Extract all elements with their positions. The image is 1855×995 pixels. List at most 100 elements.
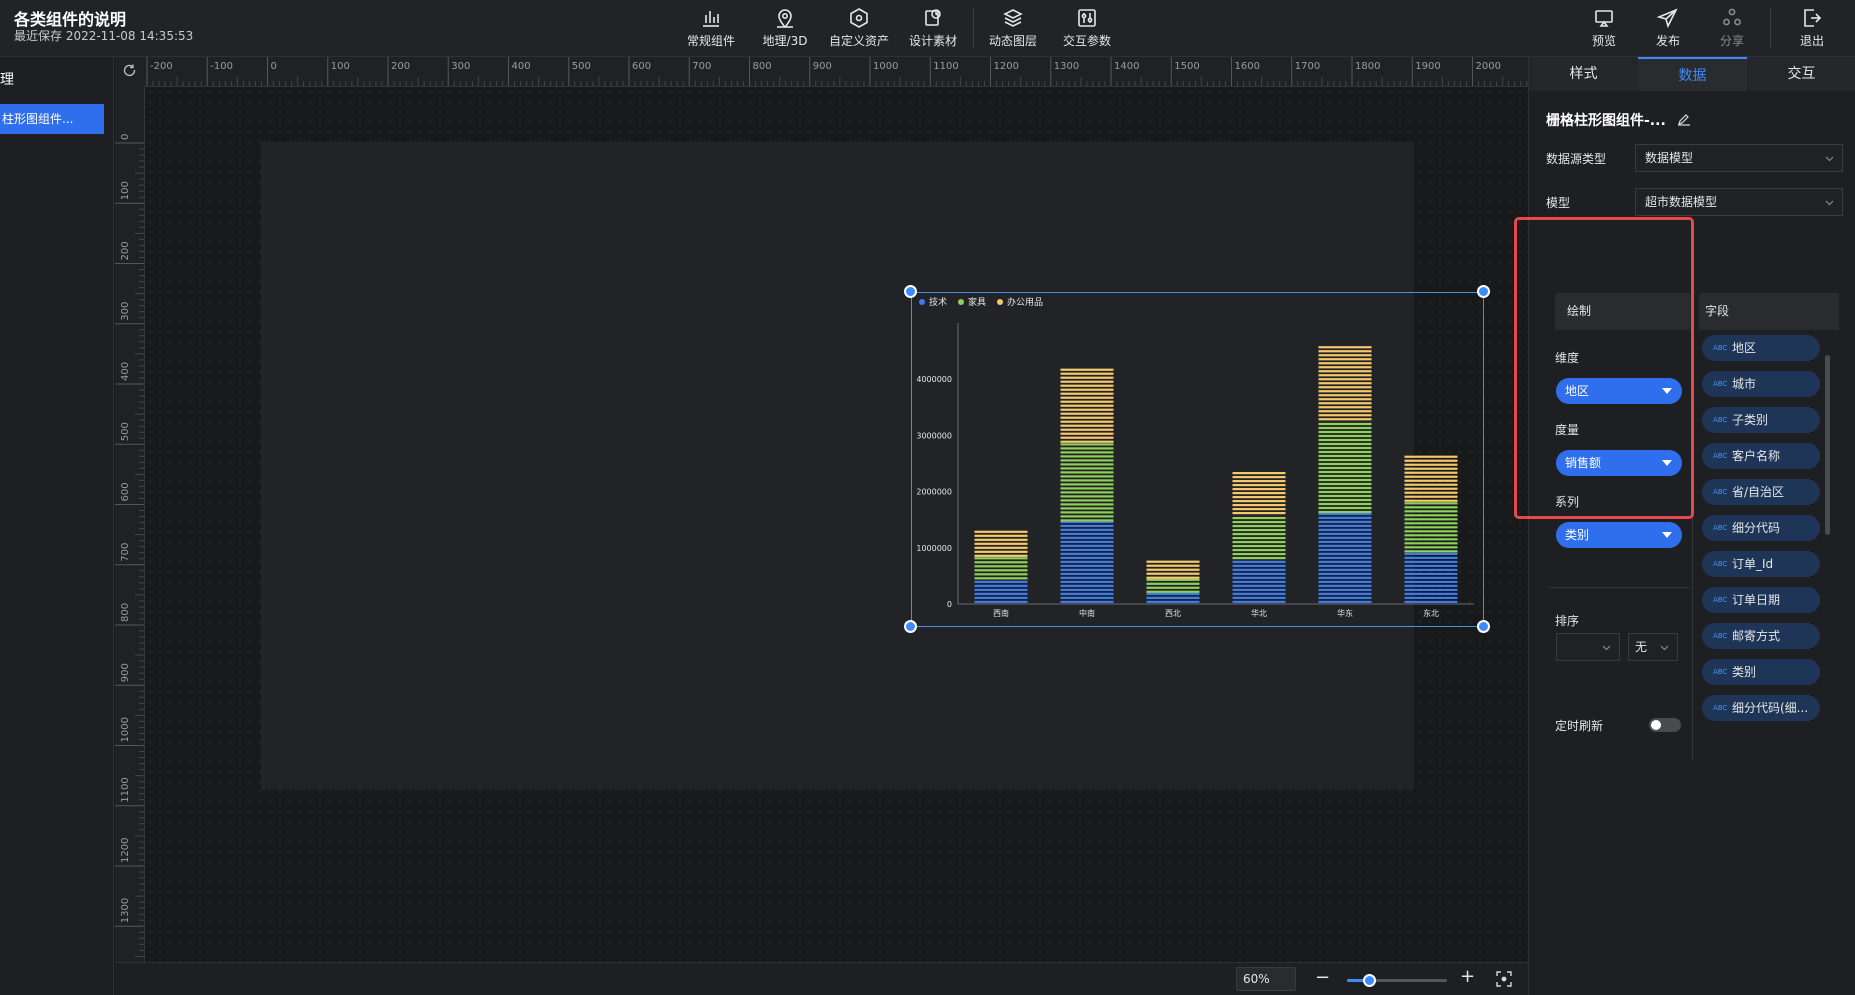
toolbar-geo-3d[interactable]: 地理/3D [757,6,813,52]
bar-stripe [1318,506,1372,510]
bar-stripe [1146,568,1200,571]
datasource-type-select[interactable]: 数据模型 [1635,144,1843,172]
chart-component[interactable]: 0 1000000 2000000 3000000 4000000 西南 中南 西北 华北 华东 东… [904,285,1490,633]
toolbar-interaction-params[interactable]: 交互参数 [1059,6,1115,52]
resize-handle-bottom-left[interactable] [904,620,917,633]
exit-button[interactable]: 退出 [1796,6,1828,52]
bar-stripe [1318,498,1372,502]
field-item[interactable]: ABC 细分代码 [1702,515,1820,541]
ruler-left-label: 1100 [120,777,131,802]
bar-segment-西南-技术[interactable] [974,580,1028,603]
bar-stripe [1232,484,1286,487]
field-label: 类别 [1732,665,1757,679]
bar-stripe [1404,506,1458,509]
publish-button[interactable]: 发布 [1652,6,1684,52]
bar-segment-华北-办公用品[interactable] [1232,472,1286,515]
zoom-slider-handle[interactable] [1363,974,1376,987]
zoom-slider[interactable] [1347,974,1447,987]
share-button[interactable]: 分享 [1716,6,1748,52]
toolbar-dynamic-layers[interactable]: 动态图层 [985,6,1041,52]
toolbar-common-components[interactable]: 常规组件 [683,6,739,52]
zoom-in-button[interactable]: + [1460,966,1475,987]
bar-segment-东北-家具[interactable] [1404,502,1458,553]
field-list-scrollbar[interactable] [1825,355,1830,535]
bar-segment-华东-办公用品[interactable] [1318,346,1372,421]
field-item[interactable]: ABC 城市 [1702,371,1820,397]
bar-stripe [974,588,1028,591]
bar-segment-华东-家具[interactable] [1318,422,1372,514]
sort-order-select[interactable]: 无 [1628,633,1678,661]
ruler-top-label: 2000 [1476,61,1501,72]
tab-interaction[interactable]: 交互 [1747,57,1855,91]
layer-item-selected[interactable]: 柱形图组件... [0,104,104,134]
field-item[interactable]: ABC 子类别 [1702,407,1820,433]
bar-segment-中南-家具[interactable] [1060,443,1114,522]
bar-stripe [1404,467,1458,470]
bar-stripe [1060,584,1114,587]
bar-stripe [1318,584,1372,587]
field-item[interactable]: ABC 类别 [1702,659,1820,685]
bar-stripe [1060,467,1114,470]
bar-segment-华北-技术[interactable] [1232,560,1286,603]
text-type-icon: ABC [1713,560,1728,568]
ruler-left-label: 0 [120,134,131,140]
toolbar-design-materials[interactable]: 设计素材 [905,6,961,52]
bar-segment-中南-技术[interactable] [1060,520,1114,603]
canvas-area[interactable]: -200 -100 0 100 200 300 400 500 600 700 800 900 1000… [115,57,1528,962]
bar-segment-西北-技术[interactable] [1146,592,1200,603]
resize-handle-top-left[interactable] [904,285,917,298]
auto-refresh-toggle[interactable] [1649,718,1681,732]
bar-segment-西南-办公用品[interactable] [974,530,1028,557]
bar-segment-西南-家具[interactable] [974,557,1028,580]
field-item[interactable]: ABC 邮寄方式 [1702,623,1820,649]
bar-segment-东北-技术[interactable] [1404,552,1458,603]
fit-screen-icon[interactable] [1496,971,1512,987]
ruler-top-label: 0 [271,61,277,72]
legend-label[interactable]: 技术 [929,296,947,308]
sort-field-select[interactable] [1556,633,1620,661]
ruler-corner[interactable] [115,57,145,87]
series-pill[interactable]: 类别 [1556,522,1682,548]
bar-stripe [1318,516,1372,519]
ruler-top-label: 1300 [1054,61,1079,72]
bar-stripe [1404,576,1458,579]
artboard[interactable]: 0 1000000 2000000 3000000 4000000 西南 中南 西北 华北 华东 东… [261,142,1490,790]
zoom-out-button[interactable]: − [1315,967,1330,988]
bar-segment-西北-家具[interactable] [1146,578,1200,593]
ruler-left: 0 100 200 300 400 500 600 700 800 900 1000 1100 1200… [115,87,145,962]
field-item[interactable]: ABC 地区 [1702,335,1820,361]
field-item[interactable]: ABC 细分代码(细... [1702,695,1820,721]
legend-label[interactable]: 家具 [968,296,986,308]
bar-stripe [1404,510,1458,513]
bar-segment-中南-办公用品[interactable] [1060,368,1114,443]
bar-stripe [1404,483,1458,486]
bar-segment-华北-家具[interactable] [1232,516,1286,560]
bar-segment-东北-办公用品[interactable] [1404,455,1458,502]
field-item[interactable]: ABC 客户名称 [1702,443,1820,469]
bar-stripe [1060,400,1114,403]
bar-segment-华东-技术[interactable] [1318,512,1372,603]
bar-segment-西北-办公用品[interactable] [1146,560,1200,579]
bar-stripe [1318,402,1372,405]
tab-data[interactable]: 数据 [1638,57,1747,91]
ruler-left-label: 900 [120,663,131,682]
field-item[interactable]: ABC 订单_Id [1702,551,1820,577]
preview-button[interactable]: 预览 [1588,6,1620,52]
zoom-input[interactable]: 60% [1236,967,1296,991]
resize-handle-top-right[interactable] [1477,285,1490,298]
field-item[interactable]: ABC 省/自治区 [1702,479,1820,505]
tab-style[interactable]: 样式 [1529,57,1638,91]
toolbar-custom-assets[interactable]: 自定义资产 [826,6,892,52]
bar-stripe [1060,440,1114,443]
bar-stripe [1318,466,1372,470]
bar-stripe [1060,515,1114,518]
bar-stripe [974,569,1028,572]
bar-stripe [1318,512,1372,515]
legend-label[interactable]: 办公用品 [1007,296,1043,308]
resize-handle-bottom-right[interactable] [1477,620,1490,633]
edit-icon[interactable] [1677,112,1691,126]
bar-stripe [1060,384,1114,387]
bar-stripe [974,554,1028,557]
model-select[interactable]: 超市数据模型 [1635,188,1843,216]
field-item[interactable]: ABC 订单日期 [1702,587,1820,613]
